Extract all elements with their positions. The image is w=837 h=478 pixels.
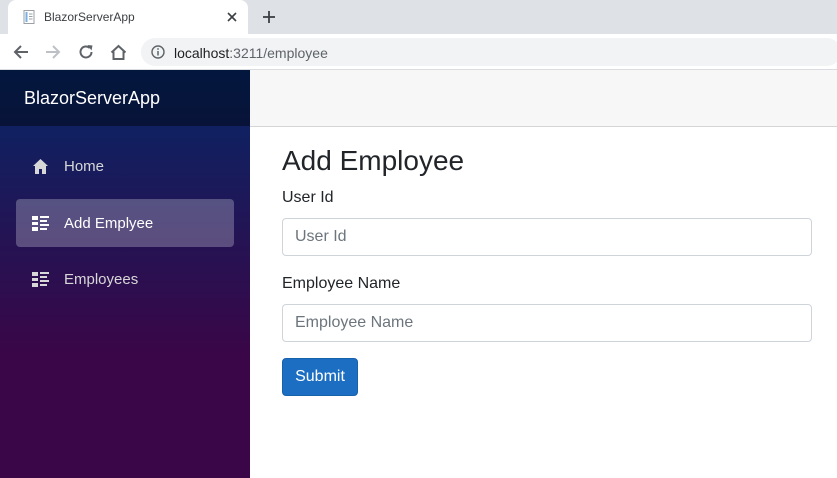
user-id-input[interactable] xyxy=(282,218,812,256)
url-path: :3211/employee xyxy=(229,45,328,61)
brand-link[interactable]: BlazorServerApp xyxy=(24,88,160,109)
close-icon[interactable] xyxy=(222,7,242,27)
reload-icon[interactable] xyxy=(76,42,96,62)
browser-tabstrip: BlazorServerApp xyxy=(0,0,837,34)
list-icon xyxy=(32,215,49,232)
info-icon[interactable] xyxy=(151,45,165,59)
employee-name-label: Employee Name xyxy=(282,275,401,292)
sidebar: BlazorServerApp Home Add Emplyee Employe… xyxy=(0,70,250,478)
employee-name-input[interactable] xyxy=(282,304,812,342)
main-content: Add Employee User Id Employee Name Submi… xyxy=(250,127,837,478)
sidebar-item-label: Home xyxy=(64,158,105,175)
url-host: localhost xyxy=(174,45,230,61)
arrow-right-icon[interactable] xyxy=(43,42,63,62)
home-icon[interactable] xyxy=(108,42,128,62)
sidebar-item-label: Add Emplyee xyxy=(64,215,154,232)
page-title: Add Employee xyxy=(282,145,465,176)
tab-title: BlazorServerApp xyxy=(44,10,135,24)
list-icon xyxy=(32,271,49,288)
brand-bar: BlazorServerApp xyxy=(0,70,250,126)
page-icon xyxy=(21,9,37,25)
sidebar-item-employees[interactable]: Employees xyxy=(16,255,234,303)
submit-button[interactable]: Submit xyxy=(282,358,358,396)
plus-icon[interactable] xyxy=(259,7,279,27)
sidebar-item-label: Employees xyxy=(64,271,139,288)
browser-tab[interactable]: BlazorServerApp xyxy=(8,0,248,34)
top-row xyxy=(250,70,837,127)
url-text: localhost:3211/employee xyxy=(174,45,328,61)
address-bar[interactable]: localhost:3211/employee xyxy=(141,38,837,66)
arrow-left-icon[interactable] xyxy=(11,42,31,62)
browser-toolbar: localhost:3211/employee xyxy=(0,34,837,70)
sidebar-item-home[interactable]: Home xyxy=(16,142,234,190)
home-icon xyxy=(32,158,49,175)
sidebar-item-add-employee[interactable]: Add Emplyee xyxy=(16,199,234,247)
user-id-label: User Id xyxy=(282,189,334,206)
